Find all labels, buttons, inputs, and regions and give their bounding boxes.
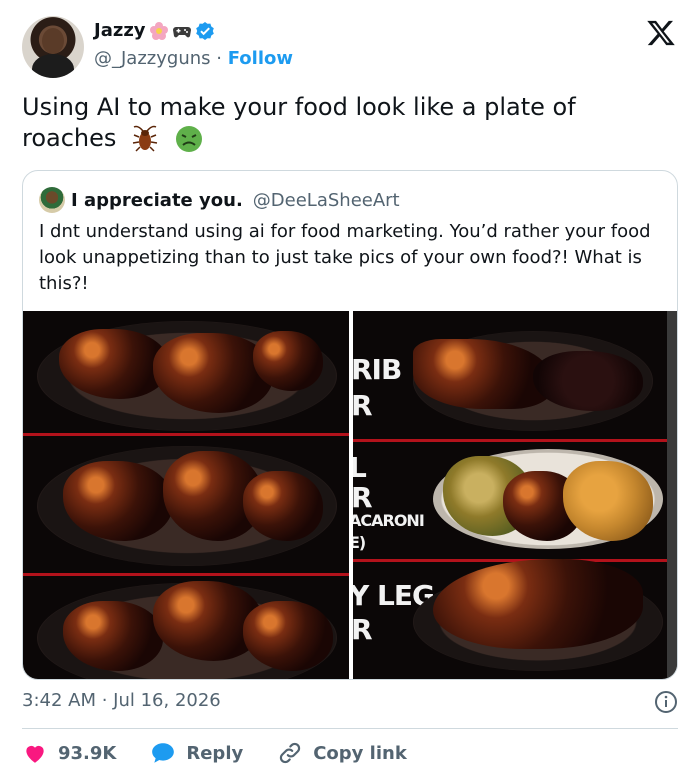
like-button[interactable]: 93.9K bbox=[22, 740, 116, 766]
author-handle-row: @_Jazzyguns · Follow bbox=[94, 48, 293, 69]
divider bbox=[22, 728, 678, 729]
reply-label: Reply bbox=[186, 742, 244, 764]
menu-label: L bbox=[353, 451, 367, 484]
copy-link-label: Copy link bbox=[313, 742, 407, 764]
tweet-body: Using AI to make your food look like a p… bbox=[22, 93, 576, 152]
like-count: 93.9K bbox=[58, 742, 117, 764]
nauseated-face-icon bbox=[175, 126, 202, 152]
copy-link-button[interactable]: Copy link bbox=[277, 740, 407, 766]
tweet-timestamp[interactable]: 3:42 AM · Jul 16, 2026 bbox=[22, 690, 221, 711]
menu-label: E) bbox=[353, 533, 366, 552]
author-handle[interactable]: @_Jazzyguns bbox=[94, 48, 211, 69]
link-icon bbox=[280, 742, 301, 764]
game-controller-icon bbox=[172, 26, 191, 37]
tweet-actions: 93.9K Reply Copy link bbox=[22, 740, 407, 766]
menu-label: R bbox=[353, 481, 373, 514]
reply-button[interactable]: Reply bbox=[150, 740, 243, 766]
author-avatar[interactable] bbox=[22, 16, 84, 78]
quoted-media[interactable]: RIB R L R ACARONI E) Y LEG R bbox=[23, 311, 677, 679]
menu-label: RIB bbox=[353, 353, 402, 386]
x-logo-icon[interactable] bbox=[646, 18, 676, 48]
tweet-text: Using AI to make your food look like a p… bbox=[22, 92, 662, 154]
heart-icon bbox=[26, 745, 44, 763]
menu-label: R bbox=[353, 389, 373, 422]
quoted-tweet-text: I dnt understand using ai for food marke… bbox=[39, 221, 651, 294]
quoted-author-name[interactable]: I appreciate you. bbox=[71, 190, 243, 211]
verified-badge-icon bbox=[195, 21, 214, 40]
cockroach-icon bbox=[132, 125, 158, 152]
flower-icon bbox=[149, 21, 168, 40]
reply-bubble-icon bbox=[152, 743, 175, 763]
quoted-tweet-card[interactable]: I appreciate you. @DeeLaSheeArt I dnt un… bbox=[22, 170, 678, 680]
separator-dot: · bbox=[216, 48, 222, 69]
author-name-row: Jazzy bbox=[94, 20, 215, 41]
menu-label: R bbox=[353, 613, 373, 646]
author-display-name[interactable]: Jazzy bbox=[94, 20, 146, 41]
media-image-right[interactable]: RIB R L R ACARONI E) Y LEG R bbox=[353, 311, 677, 679]
tweet-header: Jazzy @_Jazzyguns · Follow bbox=[22, 16, 680, 78]
quoted-tweet-header: I appreciate you. @DeeLaSheeArt bbox=[39, 187, 400, 213]
quoted-author-avatar[interactable] bbox=[39, 187, 65, 213]
quoted-author-handle[interactable]: @DeeLaSheeArt bbox=[253, 190, 400, 211]
info-icon[interactable] bbox=[654, 690, 678, 714]
follow-button[interactable]: Follow bbox=[228, 48, 293, 69]
media-image-left[interactable] bbox=[23, 311, 349, 679]
menu-label: ACARONI bbox=[353, 511, 425, 530]
